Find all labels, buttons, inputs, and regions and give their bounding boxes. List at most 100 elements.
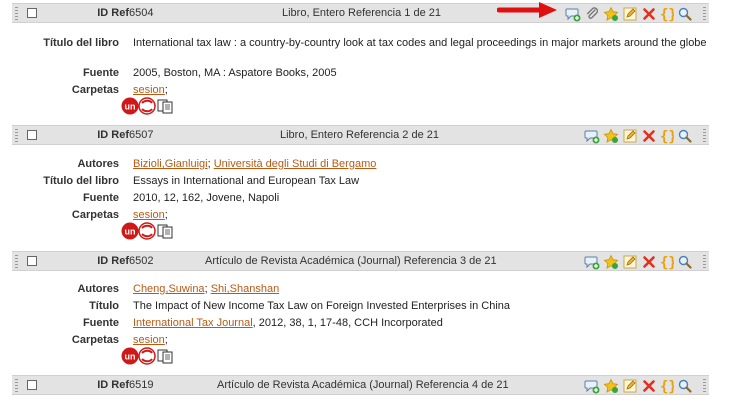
field-label: Título del libro [43, 175, 119, 187]
drag-handle[interactable] [15, 7, 18, 20]
drag-handle[interactable] [15, 255, 18, 268]
field-label: Carpetas [71, 334, 119, 346]
id-ref-value: 6502 [129, 255, 154, 267]
edit-pencil-icon[interactable] [622, 254, 638, 270]
id-ref-label: ID Ref [97, 379, 129, 391]
field-label: Título del libro [43, 37, 119, 49]
field-value: International tax law : a country-by-cou… [133, 37, 707, 49]
add-note-icon[interactable] [584, 254, 600, 270]
drag-handle[interactable] [703, 7, 706, 20]
drag-handle[interactable] [703, 379, 706, 392]
field-label: Carpetas [71, 84, 119, 96]
unisa-badge[interactable]: un [121, 222, 175, 240]
institution-link[interactable]: Università degli Studi di Bergamo [214, 158, 377, 170]
unisa-badge[interactable]: un [121, 97, 175, 115]
favorite-star-icon[interactable] [603, 254, 619, 270]
add-note-icon[interactable] [584, 378, 600, 394]
field-label: Fuente [82, 317, 119, 329]
reference-actions: {} [565, 5, 693, 23]
journal-link[interactable]: International Tax Journal [133, 317, 253, 329]
favorite-star-icon[interactable] [603, 378, 619, 394]
reference-title: Libro, Entero Referencia 2 de 21 [280, 129, 439, 141]
id-ref-label: ID Ref [97, 129, 129, 141]
add-note-icon[interactable] [565, 6, 581, 22]
svg-text:{}: {} [660, 379, 674, 394]
id-ref-value: 6504 [129, 7, 154, 19]
field-value: sesion; [133, 209, 168, 221]
search-icon[interactable] [677, 128, 693, 144]
field-value: Bizioli,Gianluigi; Università degli Stud… [133, 158, 377, 170]
delete-icon[interactable] [641, 128, 657, 144]
reference-header: ID Ref 6502 Artículo de Revista Académic… [12, 251, 709, 271]
delete-icon[interactable] [641, 6, 657, 22]
reference-header: ID Ref 6507 Libro, Entero Referencia 2 d… [12, 125, 709, 145]
author-link[interactable]: Cheng,Suwina [133, 283, 205, 295]
drag-handle[interactable] [703, 255, 706, 268]
select-checkbox[interactable] [27, 8, 37, 18]
unisa-logo-icon: un [121, 347, 173, 365]
json-braces-icon[interactable]: {} [660, 128, 674, 144]
id-ref-label: ID Ref [97, 255, 129, 267]
field-label: Título [89, 300, 119, 312]
unisa-logo-icon: un [121, 97, 173, 115]
attachment-icon[interactable] [584, 6, 600, 22]
favorite-star-icon[interactable] [603, 6, 619, 22]
field-value: sesion; [133, 334, 168, 346]
json-braces-icon[interactable]: {} [660, 378, 674, 394]
id-ref-label: ID Ref [97, 7, 129, 19]
svg-text:{}: {} [660, 255, 674, 270]
edit-pencil-icon[interactable] [622, 378, 638, 394]
delete-icon[interactable] [641, 254, 657, 270]
field-label: Autores [77, 283, 119, 295]
folder-link[interactable]: sesion [133, 84, 165, 96]
field-value: The Impact of New Income Tax Law on Fore… [133, 300, 511, 312]
search-icon[interactable] [677, 6, 693, 22]
field-value: sesion; [133, 84, 168, 96]
author-link[interactable]: Shi,Shanshan [211, 283, 280, 295]
drag-handle[interactable] [15, 379, 18, 392]
search-icon[interactable] [677, 254, 693, 270]
folder-link[interactable]: sesion [133, 209, 165, 221]
unisa-badge[interactable]: un [121, 347, 175, 365]
field-label: Autores [77, 158, 119, 170]
unisa-logo-icon: un [121, 222, 173, 240]
reference-actions: {} [584, 253, 693, 271]
reference-title: Artículo de Revista Académica (Journal) … [217, 379, 509, 391]
id-ref-value: 6507 [129, 129, 154, 141]
field-value: International Tax Journal, 2012, 38, 1, … [133, 317, 443, 329]
author-link[interactable]: Bizioli,Gianluigi [133, 158, 208, 170]
svg-text:un: un [125, 102, 136, 112]
reference-title: Libro, Entero Referencia 1 de 21 [282, 7, 441, 19]
id-ref-value: 6519 [129, 379, 154, 391]
field-label: Carpetas [71, 209, 119, 221]
search-icon[interactable] [677, 378, 693, 394]
reference-title: Artículo de Revista Académica (Journal) … [205, 255, 497, 267]
field-label: Fuente [82, 192, 119, 204]
folder-link[interactable]: sesion [133, 334, 165, 346]
select-checkbox[interactable] [27, 256, 37, 266]
json-braces-icon[interactable]: {} [660, 6, 674, 22]
select-checkbox[interactable] [27, 130, 37, 140]
edit-pencil-icon[interactable] [622, 128, 638, 144]
svg-text:{}: {} [660, 129, 674, 144]
favorite-star-icon[interactable] [603, 128, 619, 144]
reference-actions: {} [584, 127, 693, 145]
field-value: Cheng,Suwina; Shi,Shanshan [133, 283, 280, 295]
drag-handle[interactable] [15, 129, 18, 142]
field-value: 2010, 12, 162, Jovene, Napoli [133, 192, 280, 204]
pointer-arrow-icon [497, 2, 557, 18]
svg-text:{}: {} [660, 7, 674, 22]
select-checkbox[interactable] [27, 380, 37, 390]
delete-icon[interactable] [641, 378, 657, 394]
drag-handle[interactable] [703, 129, 706, 142]
reference-header: ID Ref 6519 Artículo de Revista Académic… [12, 375, 709, 395]
json-braces-icon[interactable]: {} [660, 254, 674, 270]
edit-pencil-icon[interactable] [622, 6, 638, 22]
field-value: 2005, Boston, MA : Aspatore Books, 2005 [133, 67, 337, 79]
reference-actions: {} [584, 377, 693, 395]
field-value: Essays in International and European Tax… [133, 175, 360, 187]
field-label: Fuente [82, 67, 119, 79]
svg-text:un: un [125, 352, 136, 362]
svg-text:un: un [125, 227, 136, 237]
add-note-icon[interactable] [584, 128, 600, 144]
